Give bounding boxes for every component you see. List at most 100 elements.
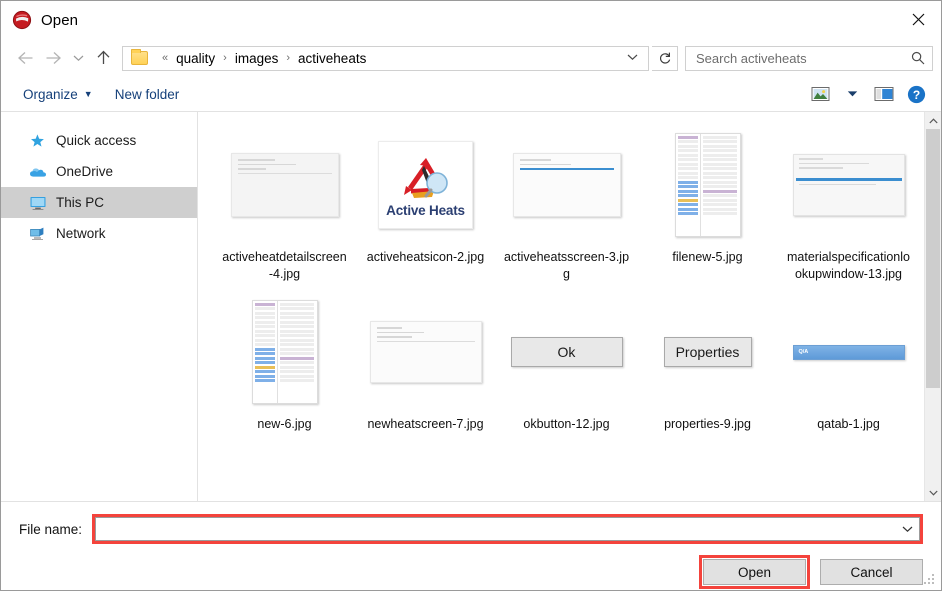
sidebar-item-network[interactable]: Network: [1, 218, 197, 249]
resize-grip-icon[interactable]: [924, 574, 936, 586]
file-item[interactable]: materialspecificationlookupwindow-13.jpg: [778, 126, 919, 293]
action-button-row: Open Cancel: [19, 555, 923, 589]
file-name-highlight: [92, 514, 923, 544]
sidebar-label: This PC: [56, 195, 105, 210]
breadcrumb-separator: ›: [286, 52, 291, 64]
recent-locations-button[interactable]: [67, 44, 89, 72]
file-name-dropdown-button[interactable]: [895, 518, 919, 540]
window-title: Open: [41, 11, 79, 29]
view-layout-icon: [811, 87, 829, 101]
chevron-down-icon: [928, 490, 938, 496]
cancel-button[interactable]: Cancel: [820, 559, 923, 585]
folder-icon: [131, 49, 148, 65]
address-bar[interactable]: « quality › images › activeheats: [122, 45, 649, 71]
arrow-left-icon: [17, 52, 32, 64]
navigation-pane: Quick access OneDrive This PC Network: [1, 112, 198, 501]
active-heats-logo-icon: [403, 157, 448, 198]
chevron-down-icon: ▼: [83, 89, 93, 99]
file-name-combobox[interactable]: [95, 517, 920, 541]
file-name-row: File name:: [19, 514, 923, 544]
thumbnail-tab-text: Q/A: [798, 349, 809, 355]
close-button[interactable]: [895, 1, 941, 38]
network-icon: [29, 226, 47, 242]
sidebar-item-this-pc[interactable]: This PC: [1, 187, 197, 218]
breadcrumb-item-images[interactable]: images: [234, 51, 280, 66]
file-item[interactable]: activeheatsscreen-3.jpg: [496, 126, 637, 293]
file-name: properties-9.jpg: [664, 417, 751, 431]
file-thumbnail: [220, 130, 349, 240]
file-item[interactable]: newheatscreen-7.jpg: [355, 293, 496, 443]
navigation-bar: « quality › images › activeheats: [1, 39, 941, 77]
file-thumbnail: [220, 297, 349, 407]
scroll-down-button[interactable]: [925, 484, 942, 501]
new-folder-button[interactable]: New folder: [109, 84, 186, 105]
vertical-scrollbar[interactable]: [924, 112, 941, 501]
organize-button[interactable]: Organize ▼: [17, 84, 99, 105]
open-file-dialog: Open « quality › images › activeheats Se…: [0, 0, 942, 591]
file-item[interactable]: activeheatdetailscreen-4.jpg: [214, 126, 355, 293]
scrollbar-thumb[interactable]: [926, 129, 940, 389]
file-name: newheatscreen-7.jpg: [367, 417, 484, 431]
scrollbar-track[interactable]: [925, 129, 941, 484]
breadcrumb-overflow[interactable]: «: [155, 52, 175, 64]
search-input[interactable]: [696, 50, 911, 66]
cloud-icon: [29, 164, 47, 180]
star-icon: [29, 133, 47, 149]
address-dropdown-icon[interactable]: [617, 53, 648, 64]
command-toolbar: Organize ▼ New folder ?: [1, 77, 941, 112]
preview-pane-button[interactable]: [869, 81, 899, 107]
refresh-icon: [659, 52, 670, 64]
chevron-down-icon: [847, 91, 857, 97]
file-item[interactable]: filenew-5.jpg: [637, 126, 778, 293]
file-thumbnail: [643, 130, 772, 240]
file-item[interactable]: Properties properties-9.jpg: [637, 293, 778, 443]
chevron-down-icon: [73, 55, 83, 62]
open-button[interactable]: Open: [703, 559, 806, 585]
view-layout-button[interactable]: [805, 81, 835, 107]
monitor-icon: [29, 195, 47, 211]
help-icon: ?: [907, 85, 925, 103]
forward-button[interactable]: [39, 44, 67, 72]
thumbnail-button-text: Ok: [510, 337, 623, 367]
back-button[interactable]: [11, 44, 39, 72]
file-item[interactable]: new-6.jpg: [214, 293, 355, 443]
file-thumbnail: Active Heats: [361, 130, 490, 240]
title-bar: Open: [1, 1, 941, 39]
file-item[interactable]: Ok okbutton-12.jpg: [496, 293, 637, 443]
up-button[interactable]: [89, 44, 117, 72]
preview-pane-icon: [874, 87, 894, 101]
breadcrumb-item-quality[interactable]: quality: [175, 51, 216, 66]
scroll-up-button[interactable]: [925, 112, 942, 129]
sidebar-item-onedrive[interactable]: OneDrive: [1, 156, 197, 187]
dialog-footer: File name: Open Cancel: [1, 502, 941, 590]
search-box[interactable]: [685, 45, 933, 71]
file-name-label: File name:: [19, 521, 83, 537]
breadcrumb-separator: ›: [223, 52, 227, 64]
sidebar-label: OneDrive: [56, 164, 114, 179]
help-button[interactable]: ?: [901, 81, 931, 107]
file-name: new-6.jpg: [257, 417, 312, 431]
file-name-input[interactable]: [96, 518, 895, 540]
sidebar-item-quick-access[interactable]: Quick access: [1, 125, 197, 156]
chevron-down-icon: [902, 526, 912, 533]
file-name: okbutton-12.jpg: [523, 417, 610, 431]
file-name: activeheatsscreen-3.jpg: [503, 250, 630, 281]
file-grid: activeheatdetailscreen-4.jpg Active Heat…: [214, 126, 941, 443]
file-thumbnail: [784, 130, 913, 240]
view-dropdown-button[interactable]: [837, 81, 867, 107]
refresh-button[interactable]: [652, 45, 678, 71]
file-thumbnail: [502, 130, 631, 240]
thumbnail-button-text: Properties: [663, 337, 752, 367]
open-button-highlight: Open: [699, 555, 810, 589]
file-thumbnail: Properties: [643, 297, 772, 407]
file-item[interactable]: Q/A qatab-1.jpg: [778, 293, 919, 443]
file-item[interactable]: Active Heats activeheatsicon-2.jpg: [355, 126, 496, 293]
file-list-pane: activeheatdetailscreen-4.jpg Active Heat…: [198, 112, 941, 501]
file-name: activeheatdetailscreen-4.jpg: [222, 250, 347, 281]
file-thumbnail: Q/A: [784, 297, 913, 407]
thumbnail-logo-text: Active Heats: [386, 202, 465, 218]
file-name: activeheatsicon-2.jpg: [366, 250, 485, 264]
breadcrumb-item-activeheats[interactable]: activeheats: [297, 51, 367, 66]
file-name: qatab-1.jpg: [817, 417, 880, 431]
organize-label: Organize: [23, 86, 78, 102]
